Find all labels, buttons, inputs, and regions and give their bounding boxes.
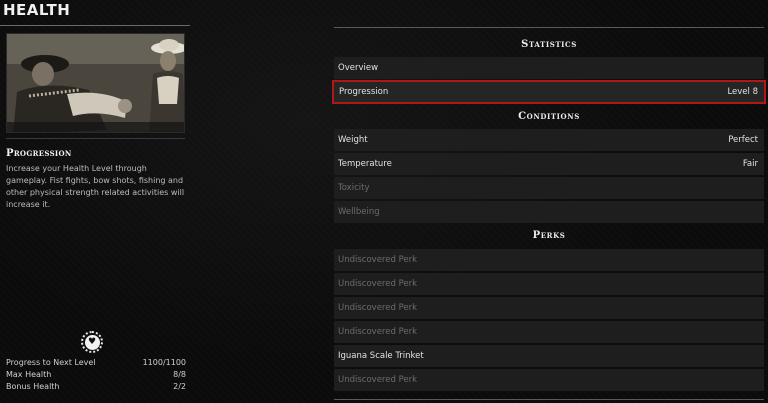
row-label: Undiscovered Perk (338, 255, 418, 265)
page-title: HEALTH (3, 1, 71, 19)
row-perk[interactable]: Undiscovered Perk (334, 249, 764, 271)
row-perk-iguana-scale-trinket[interactable]: Iguana Scale Trinket (334, 345, 764, 367)
top-divider (334, 27, 764, 28)
title-divider (0, 25, 190, 26)
row-value: Level 8 (727, 87, 758, 97)
row-progression[interactable]: Progression Level 8 (332, 80, 766, 104)
left-panel: HEALTH Progression Increase your Health … (0, 0, 196, 403)
row-perk[interactable]: Undiscovered Perk (334, 321, 764, 343)
stat-label: Max Health (6, 370, 52, 379)
row-overview[interactable]: Overview (334, 57, 764, 79)
row-label: Undiscovered Perk (338, 375, 418, 385)
row-label: Iguana Scale Trinket (338, 351, 424, 361)
row-temperature[interactable]: Temperature Fair (334, 153, 764, 175)
row-wellbeing[interactable]: Wellbeing (334, 201, 764, 223)
section-title-statistics: Statistics (521, 39, 577, 50)
row-label: Wellbeing (338, 207, 380, 217)
row-perk[interactable]: Undiscovered Perk (334, 273, 764, 295)
row-label: Temperature (338, 159, 392, 169)
health-stats: Progress to Next Level 1100/1100 Max Hea… (6, 357, 186, 393)
right-panel: Statistics Overview Progression Level 8 … (332, 0, 766, 403)
row-label: Weight (338, 135, 368, 145)
stat-progress: Progress to Next Level 1100/1100 (6, 357, 186, 369)
section-title-conditions: Conditions (518, 111, 580, 122)
heart-icon: ♥ (81, 331, 103, 353)
stat-bonus-health: Bonus Health 2/2 (6, 381, 186, 393)
row-label: Undiscovered Perk (338, 303, 418, 313)
row-perk[interactable]: Undiscovered Perk (334, 369, 764, 391)
section-title-perks: Perks (532, 230, 566, 241)
stat-value: 1100/1100 (142, 358, 186, 367)
row-value: Fair (742, 159, 758, 169)
row-label: Overview (338, 63, 379, 73)
description-text: Increase your Health Level through gamep… (6, 164, 185, 209)
row-label: Undiscovered Perk (338, 279, 418, 289)
description-heading: Progression (6, 148, 72, 159)
character-portrait (6, 33, 185, 133)
row-label: Progression (339, 87, 389, 97)
stat-label: Bonus Health (6, 382, 60, 391)
row-label: Toxicity (338, 183, 370, 193)
stat-value: 8/8 (173, 370, 186, 379)
stat-max-health: Max Health 8/8 (6, 369, 186, 381)
stat-label: Progress to Next Level (6, 358, 96, 367)
portrait-divider (6, 138, 185, 139)
row-label: Undiscovered Perk (338, 327, 418, 337)
row-value: Perfect (728, 135, 758, 145)
bottom-divider (334, 399, 764, 400)
row-perk[interactable]: Undiscovered Perk (334, 297, 764, 319)
stat-value: 2/2 (173, 382, 186, 391)
row-weight[interactable]: Weight Perfect (334, 129, 764, 151)
row-toxicity[interactable]: Toxicity (334, 177, 764, 199)
